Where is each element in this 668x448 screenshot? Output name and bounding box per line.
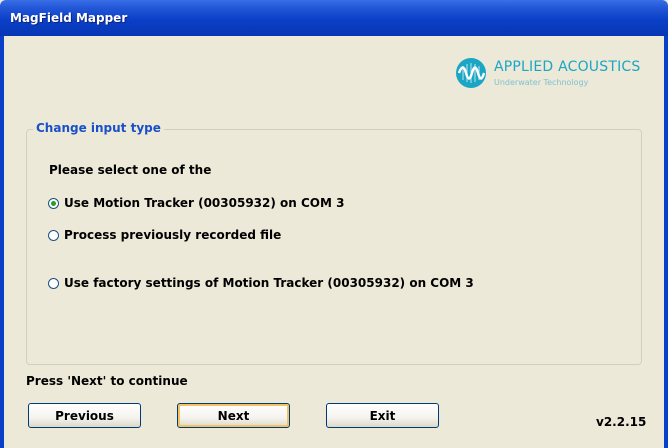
exit-button[interactable]: Exit	[326, 403, 439, 428]
window-border-left	[0, 36, 4, 448]
window-border-right	[664, 36, 668, 448]
option-motion-tracker[interactable]: Use Motion Tracker (00305932) on COM 3	[48, 195, 344, 211]
status-text: Press 'Next' to continue	[26, 374, 188, 388]
company-logo: APPLIED ACOUSTICS Underwater Technology	[454, 56, 664, 90]
group-legend: Change input type	[33, 121, 164, 135]
option-factory-settings[interactable]: Use factory settings of Motion Tracker (…	[48, 275, 474, 291]
logo-tagline: Underwater Technology	[494, 78, 589, 87]
logo-name: APPLIED ACOUSTICS	[494, 59, 641, 75]
previous-button[interactable]: Previous	[28, 403, 141, 428]
selection-prompt: Please select one of the	[49, 163, 212, 177]
app-window: MagField Mapper APPLIED ACOUSTICS Underw…	[0, 0, 668, 448]
radio-button-selected[interactable]	[48, 197, 59, 209]
radio-button[interactable]	[48, 229, 59, 241]
logo-emblem-icon	[456, 58, 486, 88]
next-button[interactable]: Next	[177, 403, 290, 428]
option-recorded-file[interactable]: Process previously recorded file	[48, 227, 281, 243]
window-title: MagField Mapper	[10, 11, 128, 25]
option-label: Process previously recorded file	[64, 228, 282, 242]
radio-button[interactable]	[48, 277, 59, 289]
option-label: Use factory settings of Motion Tracker (…	[64, 276, 474, 290]
option-label: Use Motion Tracker (00305932) on COM 3	[64, 196, 345, 210]
title-bar[interactable]: MagField Mapper	[0, 0, 668, 36]
version-label: v2.2.15	[596, 415, 647, 429]
